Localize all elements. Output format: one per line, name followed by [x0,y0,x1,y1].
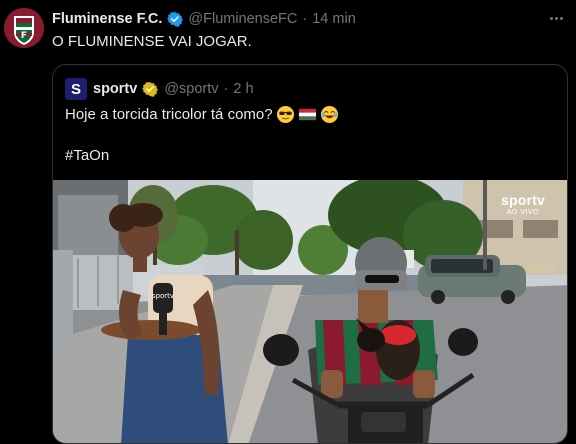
author-handle[interactable]: @FluminenseFC [188,11,297,27]
hungary-flag-emoji [298,105,317,124]
tweet-text: O FLUMINENSE VAI JOGAR. [52,33,252,50]
quote-hashtag[interactable]: #TaOn [65,147,109,164]
joy-emoji [320,105,339,124]
sportv-avatar[interactable]: S [65,78,87,100]
gold-verified-badge-icon [142,81,159,97]
quote-header: S sportv @sportv · 2 h [65,78,254,100]
verified-badge-icon [167,11,184,27]
tweet-time[interactable]: 14 min [312,11,356,27]
fluminense-avatar[interactable]: F [4,8,44,48]
quote-time[interactable]: 2 h [233,81,253,97]
tweet[interactable]: F Fluminense F.C. @FluminenseFC · 14 min… [0,0,576,444]
video-media[interactable]: sportv sportv AO VIVO [53,180,567,443]
more-options-icon[interactable] [546,8,566,28]
quote-separator-dot: · [223,81,229,97]
watermark-live-label: AO VIVO [506,209,540,216]
watermark-logo: sportv [501,192,545,208]
sportv-logo-letter: S [70,80,81,98]
svg-text:F: F [21,31,27,41]
mic-flag-label: sportv [152,292,174,300]
quote-author-handle[interactable]: @sportv [164,81,218,97]
sportv-watermark: sportv AO VIVO [501,192,545,216]
author-name[interactable]: Fluminense F.C. [52,11,162,27]
quote-text: Hoje a torcida tricolor tá como? [65,106,273,123]
quote-author-name[interactable]: sportv [93,81,137,97]
quoted-tweet[interactable]: S sportv @sportv · 2 h Hoje a torcida tr… [52,64,568,444]
tweet-header: Fluminense F.C. @FluminenseFC · 14 min [52,10,356,28]
sunglasses-emoji [276,105,295,124]
separator-dot: · [302,11,308,27]
quote-text-line: Hoje a torcida tricolor tá como? [65,105,339,124]
